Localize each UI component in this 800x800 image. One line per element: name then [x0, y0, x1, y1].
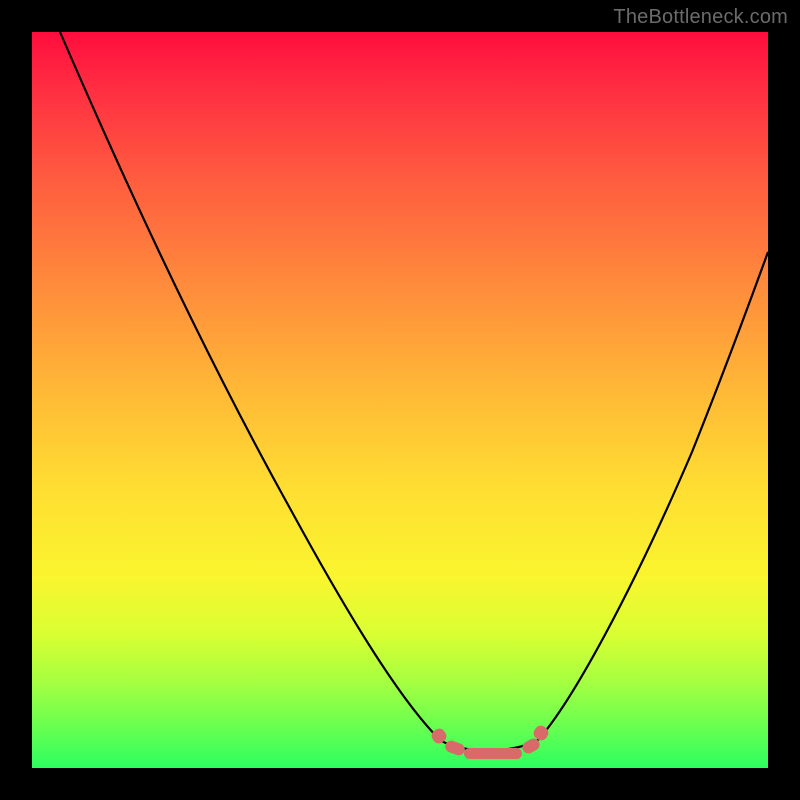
trough-segment: [464, 748, 522, 759]
plot-area: [32, 32, 768, 768]
watermark-text: TheBottleneck.com: [613, 6, 788, 29]
chart-frame: TheBottleneck.com: [0, 0, 800, 800]
curve-right-branch: [538, 252, 768, 740]
bottleneck-curve: [32, 32, 768, 768]
curve-left-branch: [60, 32, 440, 740]
